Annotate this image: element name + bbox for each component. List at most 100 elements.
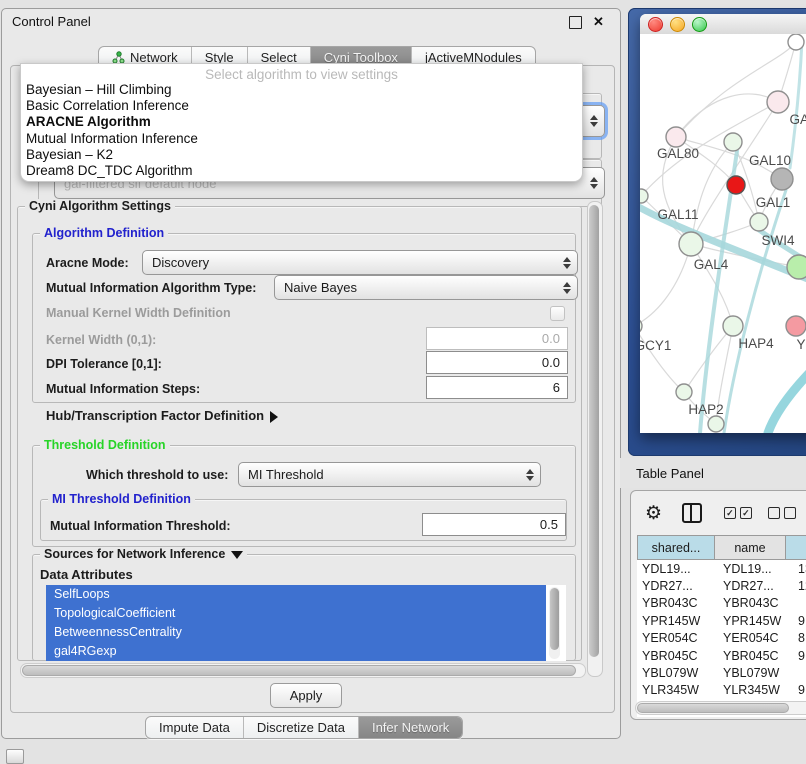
attribute-list-item[interactable]: BetweennessCentrality [46, 623, 546, 642]
network-node[interactable] [724, 133, 742, 151]
close-icon[interactable]: ✕ [593, 16, 604, 27]
network-node[interactable] [723, 316, 743, 336]
network-window-titlebar[interactable] [640, 14, 806, 34]
network-node[interactable] [727, 176, 745, 194]
table-row[interactable]: YBL079WYBL079W [637, 664, 806, 681]
network-node[interactable] [767, 91, 789, 113]
network-node-label: HAP2 [688, 402, 723, 417]
attribute-list-item[interactable]: SelfLoops [46, 585, 546, 604]
network-canvas[interactable]: GALGAL80GAL10GAL11GAL1GAL4SWI4GCY1HAP4YH… [640, 34, 806, 433]
sources-group-title[interactable]: Sources for Network Inference [40, 547, 247, 561]
table-hscrollbar[interactable] [635, 701, 806, 715]
dropdown-placeholder: Select algorithm to view settings [21, 64, 582, 82]
control-panel-window: Control Panel ✕ Network Style Select Cyn… [1, 8, 621, 739]
apply-button[interactable]: Apply [270, 683, 342, 708]
gear-icon[interactable]: ⚙ [645, 502, 662, 525]
float-panel-icon[interactable] [569, 16, 582, 29]
dpi-tolerance-input[interactable]: 0.0 [426, 351, 568, 374]
table-panel-window: ⚙ shared... name YDL19...YDL19...13YDR27… [630, 490, 806, 720]
mi-steps-label: Mutual Information Steps: [46, 382, 200, 396]
column-header-shared[interactable]: shared... [637, 535, 715, 560]
chevron-down-icon [231, 551, 243, 559]
bottom-tabbar: Impute Data Discretize Data Infer Networ… [145, 716, 463, 739]
column-layout-icon[interactable] [682, 503, 702, 523]
dropdown-item[interactable]: Bayesian – Hill Climbing [21, 82, 582, 98]
kernel-width-input[interactable]: 0.0 [426, 327, 568, 350]
dropdown-item[interactable]: Dream8 DC_TDC Algorithm [21, 163, 582, 179]
network-node[interactable] [640, 318, 642, 334]
aracne-mode-label: Aracne Mode: [46, 256, 129, 270]
table-row[interactable]: YER054CYER054C8. [637, 630, 806, 647]
threshold-definition-title: Threshold Definition [40, 438, 170, 452]
table-rows: YDL19...YDL19...13YDR27...YDR27...12YBR0… [637, 560, 806, 717]
select-all-checks-icon[interactable] [724, 507, 752, 519]
settings-group-title: Cyni Algorithm Settings [25, 199, 175, 213]
network-node[interactable] [771, 168, 793, 190]
table-cell: YDL19... [637, 560, 718, 577]
network-node[interactable] [640, 189, 648, 203]
table-cell: YBL079W [637, 664, 718, 681]
table-cell: YLR345W [718, 682, 793, 699]
aracne-mode-combo[interactable]: Discovery [142, 250, 578, 275]
table-cell [793, 664, 806, 681]
table-row[interactable]: YPR145WYPR145W9. [637, 612, 806, 629]
mi-steps-input[interactable]: 6 [426, 376, 568, 399]
attribute-list-item[interactable]: gal4RGexp [46, 642, 546, 661]
network-node-label: GAL80 [657, 146, 699, 161]
network-node[interactable] [679, 232, 703, 256]
network-node-label: GAL1 [756, 195, 791, 210]
attribute-list-item[interactable]: TopologicalCoefficient [46, 604, 546, 623]
network-node[interactable] [788, 34, 804, 50]
table-cell: 13 [793, 560, 806, 577]
network-node[interactable] [666, 127, 686, 147]
table-row[interactable]: YBR043CYBR043C [637, 595, 806, 612]
tab-discretize-data[interactable]: Discretize Data [244, 717, 359, 738]
dropdown-item[interactable]: Basic Correlation Inference [21, 98, 582, 114]
data-attributes-list[interactable]: SelfLoopsTopologicalCoefficientBetweenne… [46, 585, 566, 661]
table-cell: YBR043C [637, 595, 718, 612]
table-cell: YBR043C [718, 595, 793, 612]
column-header-name[interactable]: name [715, 535, 786, 560]
table-cell: 12 [793, 577, 806, 594]
mi-type-combo[interactable]: Naive Bayes [274, 275, 578, 300]
dropdown-item[interactable]: Mutual Information Inference [21, 131, 582, 147]
network-node[interactable] [786, 316, 806, 336]
mi-threshold-title: MI Threshold Definition [48, 492, 195, 506]
deselect-all-checks-icon[interactable] [768, 507, 796, 519]
dropdown-item[interactable]: Bayesian – K2 [21, 147, 582, 163]
table-row[interactable]: YLR345WYLR345W9. [637, 682, 806, 699]
table-cell: YBR045C [718, 647, 793, 664]
mi-threshold-input[interactable]: 0.5 [422, 513, 566, 536]
settings-scrollbar[interactable] [587, 201, 603, 677]
hub-definition-toggle[interactable]: Hub/Transcription Factor Definition [46, 408, 278, 423]
network-view-window: GALGAL80GAL10GAL11GAL1GAL4SWI4GCY1HAP4YH… [640, 14, 806, 433]
table-row[interactable]: YDR27...YDR27...12 [637, 577, 806, 594]
attributes-scrollbar[interactable] [549, 587, 560, 659]
table-row[interactable]: YDL19...YDL19...13 [637, 560, 806, 577]
network-node-label: GAL [789, 112, 806, 127]
column-header-extra[interactable] [786, 535, 806, 560]
settings-hscrollbar[interactable] [20, 663, 586, 678]
table-cell: YPR145W [637, 612, 718, 629]
which-threshold-combo[interactable]: MI Threshold [238, 462, 541, 487]
close-traffic-light-icon[interactable] [648, 17, 663, 32]
combo-stepper-icon [524, 463, 535, 486]
tab-infer-network[interactable]: Infer Network [359, 717, 462, 738]
network-node[interactable] [787, 255, 806, 279]
network-node-label: SWI4 [761, 233, 794, 248]
manual-kernel-checkbox[interactable] [550, 306, 565, 321]
table-cell: YBL079W [718, 664, 793, 681]
zoom-traffic-light-icon[interactable] [692, 17, 707, 32]
table-cell: YBR045C [637, 647, 718, 664]
network-node[interactable] [750, 213, 768, 231]
network-node[interactable] [708, 416, 724, 432]
combo-stepper-icon [561, 276, 572, 299]
tab-impute-data[interactable]: Impute Data [146, 717, 244, 738]
minimize-traffic-light-icon[interactable] [670, 17, 685, 32]
algorithm-dropdown-list: Select algorithm to view settings Bayesi… [20, 63, 583, 182]
dropdown-item[interactable]: ARACNE Algorithm [21, 114, 582, 130]
table-row[interactable]: YBR045CYBR045C9. [637, 647, 806, 664]
network-node-label: GAL4 [694, 257, 729, 272]
table-toolbar: ⚙ [631, 491, 806, 535]
network-node[interactable] [676, 384, 692, 400]
